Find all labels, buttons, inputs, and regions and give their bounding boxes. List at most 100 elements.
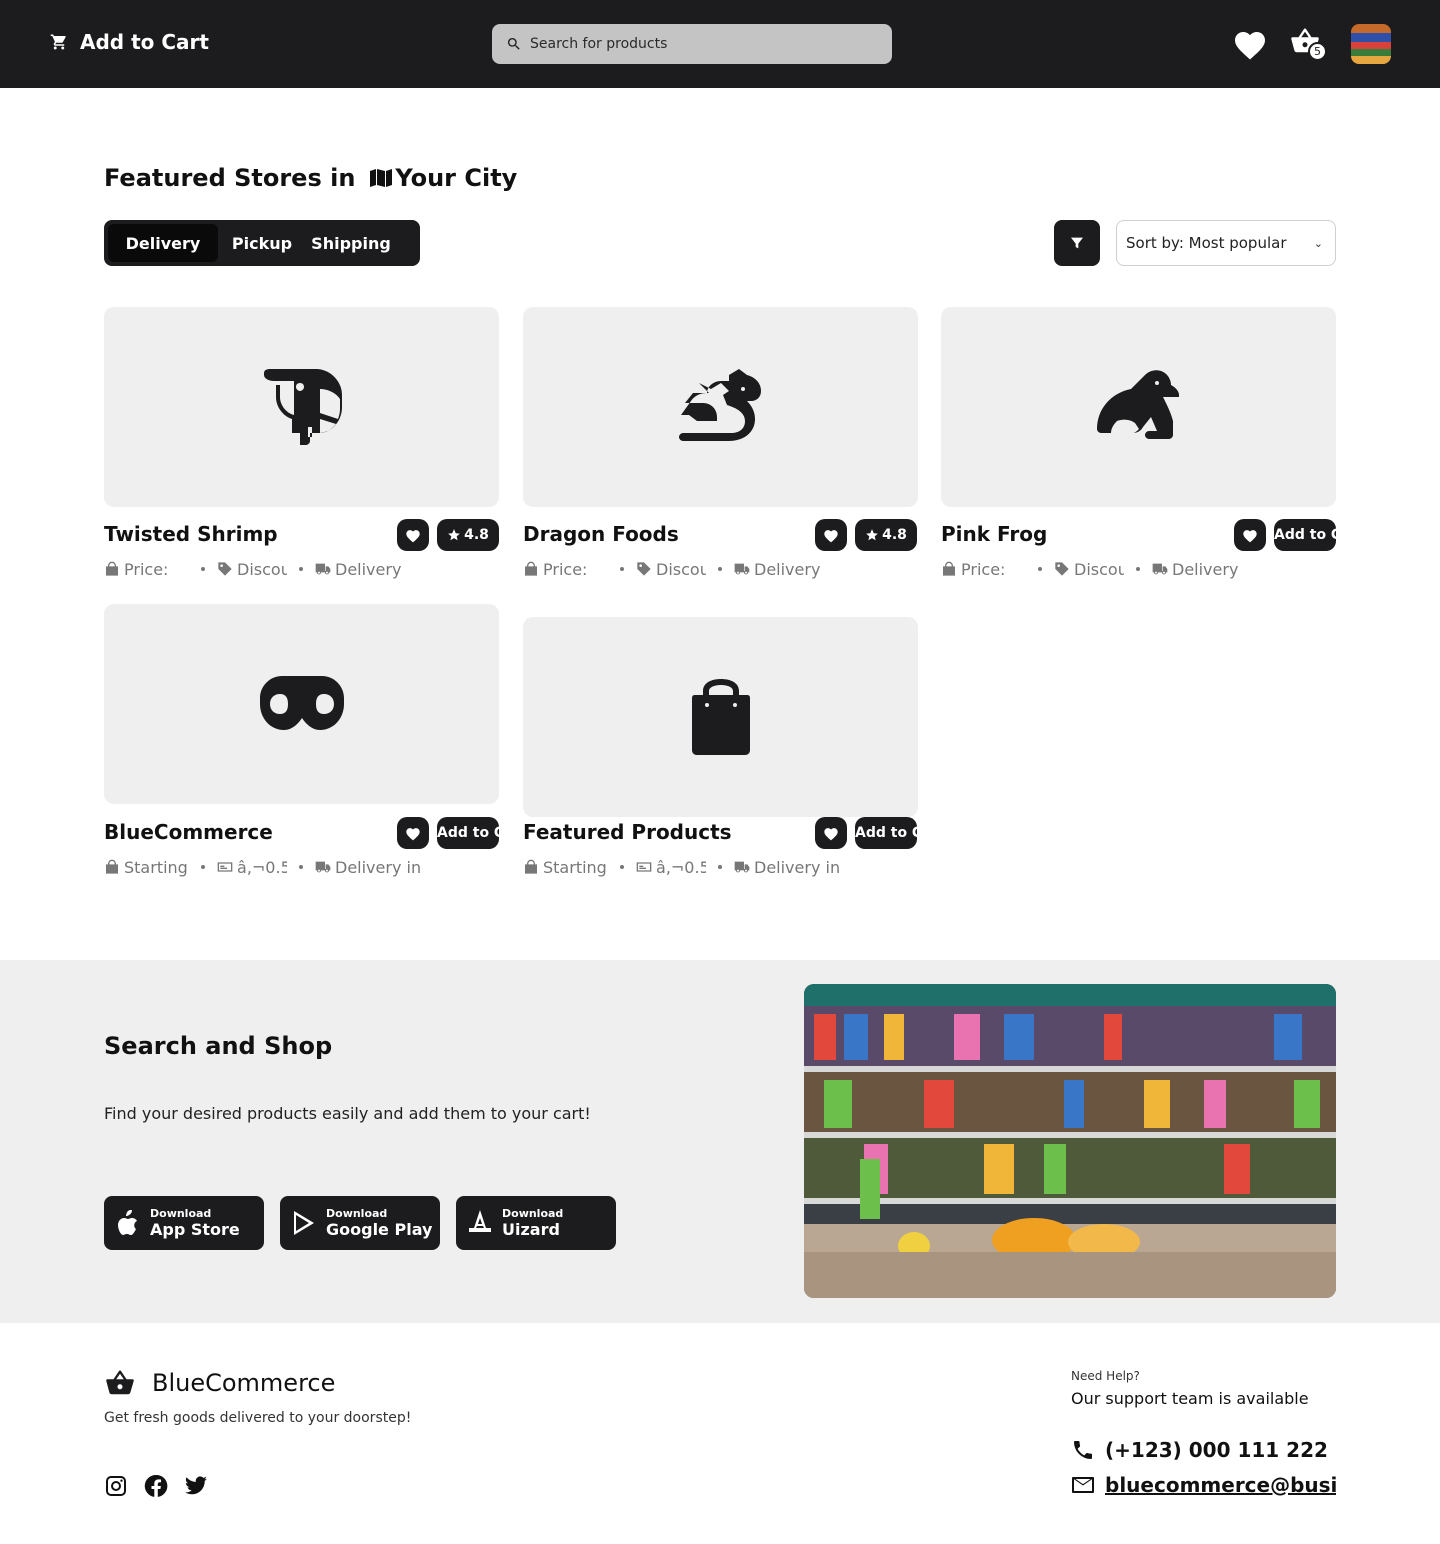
shopping-bag-icon: [943, 561, 955, 576]
avatar[interactable]: [1351, 24, 1391, 64]
heart-icon: [824, 827, 838, 840]
help-subheading: Our support team is available: [1071, 1389, 1309, 1408]
truck-icon: [315, 861, 331, 873]
phone-link[interactable]: (+123) 000 111 222 333: [1071, 1438, 1336, 1462]
page-title: Featured Stores in Your City: [104, 164, 517, 192]
star-icon: [866, 529, 878, 541]
store-meta: Starting â‚¬0.5 Delivery in: [104, 856, 421, 878]
truck-icon: [1152, 563, 1168, 575]
social-links: [104, 1474, 208, 1498]
shopping-bag-icon: [525, 859, 537, 874]
truck-icon: [734, 861, 750, 873]
apple-icon: [118, 1210, 137, 1235]
store-name[interactable]: Featured Products: [523, 820, 732, 844]
fulfillment-tabs: Delivery Pickup Shipping: [104, 220, 420, 266]
mask-icon: [259, 676, 344, 730]
tab-shipping[interactable]: Shipping: [306, 224, 396, 262]
favorite-button[interactable]: [815, 817, 847, 849]
grocery-shelf-photo: [804, 984, 1336, 1298]
search-bar[interactable]: [492, 24, 892, 64]
promo-text: Find your desired products easily and ad…: [104, 1104, 591, 1123]
rating-badge: 4.8: [855, 519, 917, 551]
favorite-button[interactable]: [1234, 519, 1266, 551]
heart-icon: [824, 529, 838, 542]
search-input[interactable]: [530, 36, 870, 52]
top-navbar: Add to Cart 5: [0, 0, 1440, 88]
shopping-bag-icon: [106, 859, 118, 874]
promo-title: Search and Shop: [104, 1032, 333, 1060]
app-store-button[interactable]: Download App Store: [104, 1196, 264, 1250]
brand-name: Add to Cart: [80, 30, 209, 54]
shopping-bag-icon: [525, 561, 537, 576]
store-name[interactable]: BlueCommerce: [104, 820, 273, 844]
twitter-icon[interactable]: [184, 1474, 208, 1498]
sort-label: Sort by: Most popular: [1126, 234, 1287, 252]
footer-brand[interactable]: BlueCommerce: [104, 1368, 335, 1398]
promo-section: Search and Shop Find your desired produc…: [0, 960, 1440, 1323]
heart-icon: [1235, 32, 1265, 60]
rating-badge: 4.8: [437, 519, 499, 551]
money-icon: [636, 862, 652, 872]
city-text: Your City: [395, 164, 518, 192]
heart-icon: [1243, 529, 1257, 542]
store-image[interactable]: [104, 604, 499, 804]
shopping-bag-icon: [691, 679, 750, 755]
add-to-cart-button[interactable]: Add to Ca: [437, 817, 499, 849]
store-name[interactable]: Twisted Shrimp: [104, 522, 278, 546]
search-icon: [508, 38, 520, 50]
map-icon: [370, 169, 393, 187]
store-image[interactable]: [523, 617, 918, 817]
add-to-cart-button[interactable]: Add to Ca: [855, 817, 917, 849]
favorite-button[interactable]: [397, 519, 429, 551]
google-play-button[interactable]: Download Google Play: [280, 1196, 440, 1250]
cart-icon: [50, 34, 66, 50]
footer-brand-name: BlueCommerce: [152, 1369, 336, 1397]
chevron-down-icon: ⌄: [1313, 236, 1323, 250]
envelope-icon: [1072, 1477, 1094, 1493]
store-meta: Price: Discou Delivery: [941, 558, 1238, 580]
wizard-hat-icon: [469, 1210, 491, 1232]
email-link[interactable]: bluecommerce@busin: [1071, 1473, 1336, 1497]
facebook-icon[interactable]: [144, 1474, 168, 1498]
money-icon: [217, 862, 233, 872]
store-meta: Starting â‚¬0.5 Delivery in: [523, 856, 840, 878]
store-image[interactable]: [104, 307, 499, 507]
basket-icon: [106, 1370, 134, 1395]
truck-icon: [734, 563, 750, 575]
shopping-bag-icon: [106, 561, 118, 576]
phone-icon: [1074, 1441, 1092, 1459]
store-name[interactable]: Pink Frog: [941, 522, 1047, 546]
tab-delivery[interactable]: Delivery: [108, 224, 218, 262]
store-image[interactable]: [941, 307, 1336, 507]
tag-icon: [218, 562, 232, 576]
heart-icon: [406, 529, 420, 542]
brand-logo[interactable]: Add to Cart: [50, 30, 209, 54]
wishlist-button[interactable]: [1232, 27, 1268, 61]
store-name[interactable]: Dragon Foods: [523, 522, 679, 546]
filter-icon: [1071, 237, 1083, 249]
cart-button[interactable]: 5: [1290, 26, 1330, 64]
shrimp-icon: [263, 369, 342, 445]
uizard-button[interactable]: Download Uizard: [456, 1196, 616, 1250]
google-play-icon: [294, 1211, 314, 1235]
tag-icon: [637, 562, 651, 576]
favorite-button[interactable]: [397, 817, 429, 849]
title-text: Featured Stores in: [104, 164, 356, 192]
sort-dropdown[interactable]: Sort by: Most popular ⌄: [1116, 220, 1336, 266]
truck-icon: [315, 563, 331, 575]
dragon-icon: [678, 369, 761, 441]
store-meta: Price: Discou Delivery: [523, 558, 820, 580]
favorite-button[interactable]: [815, 519, 847, 551]
star-icon: [448, 529, 460, 541]
cart-count-badge: 5: [1308, 42, 1327, 61]
tag-icon: [1055, 562, 1069, 576]
frog-icon: [1096, 370, 1179, 439]
instagram-icon[interactable]: [104, 1474, 128, 1498]
tab-pickup[interactable]: Pickup: [222, 224, 302, 262]
help-heading: Need Help?: [1071, 1369, 1140, 1383]
add-to-cart-button[interactable]: Add to Ca: [1274, 519, 1336, 551]
store-image[interactable]: [523, 307, 918, 507]
heart-icon: [406, 827, 420, 840]
store-meta: Price: Discou Delivery: [104, 558, 401, 580]
filter-button[interactable]: [1054, 220, 1100, 266]
